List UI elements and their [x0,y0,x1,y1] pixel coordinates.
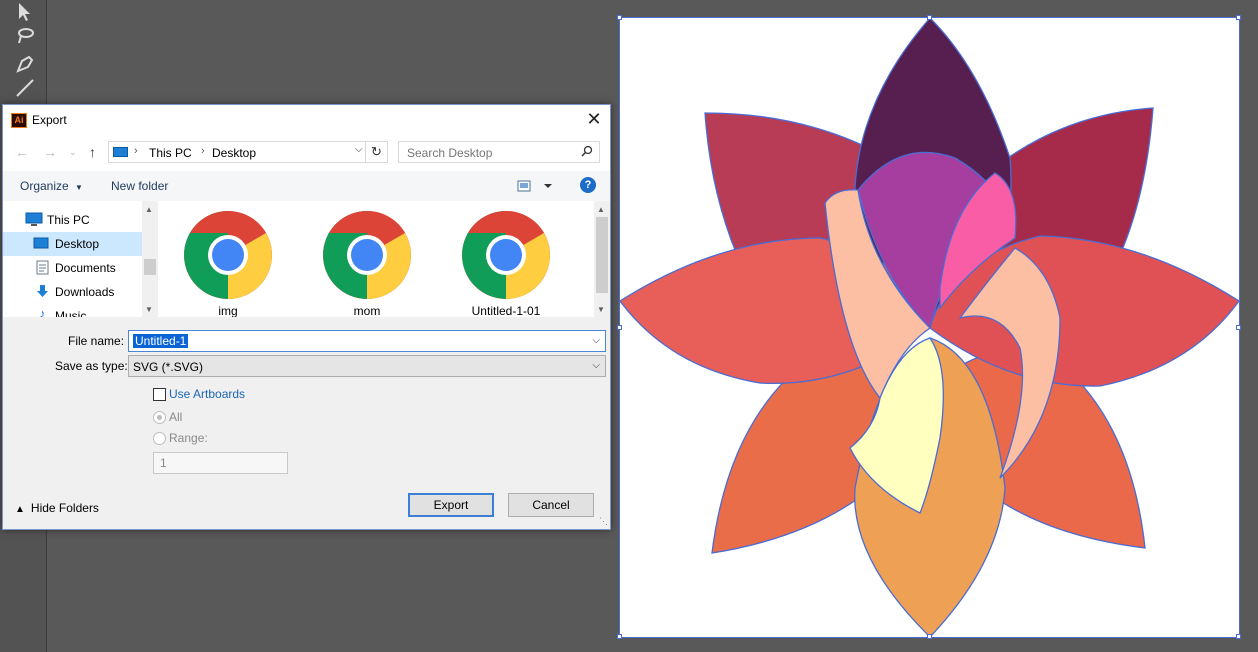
close-button[interactable]: ✕ [578,105,610,135]
forward-arrow-icon[interactable]: → [43,144,57,160]
use-artboards-label[interactable]: Use Artboards [169,387,245,401]
file-list: img mom Untitled-1-01 [158,201,594,317]
file-item[interactable]: img [168,209,288,317]
chevron-down-icon[interactable]: ⌵ [592,360,600,371]
selection-handle[interactable] [927,15,932,20]
new-folder-button[interactable]: New folder [111,179,168,193]
chrome-icon [184,211,272,299]
chevron-down-icon[interactable]: ⌵ [355,144,363,155]
breadcrumb-separator-icon: › [201,145,205,157]
music-icon: ♪ [39,306,46,317]
dialog-bottom-panel: File name: Untitled-1 ⌵ Save as type: SV… [3,317,610,529]
export-dialog: Ai Export ✕ ← → ⌄ ↑ › This PC › Desktop … [2,104,611,530]
file-item[interactable]: Untitled-1-01 [446,209,566,317]
refresh-icon[interactable]: ↻ [365,141,387,163]
scrollbar-thumb[interactable] [596,217,608,293]
export-button[interactable]: Export [408,493,494,517]
breadcrumb-desktop[interactable]: Desktop [212,146,256,160]
scroll-up-icon[interactable]: ▲ [597,205,605,214]
pc-icon [25,212,43,226]
help-button[interactable]: ? [580,177,596,193]
nav-item-label: Desktop [55,237,100,251]
file-name: img [218,304,238,317]
file-name: Untitled-1-01 [471,304,541,317]
artboard[interactable] [617,15,1241,639]
pen-tool-icon[interactable] [14,53,36,75]
cancel-button[interactable]: Cancel [508,493,594,517]
lasso-tool-icon[interactable] [14,25,36,47]
nav-item-label: Downloads [55,285,115,299]
selection-handle[interactable] [927,634,932,639]
address-bar[interactable]: › This PC › Desktop ⌵ [108,141,388,163]
nav-item-documents[interactable]: Documents [3,256,143,280]
nav-item-label: Music [55,309,87,317]
save-as-type-value: SVG (*.SVG) [133,360,204,374]
nav-item-music[interactable]: ♪ Music [3,304,143,317]
search-icon[interactable] [581,145,593,157]
file-name-label: File name: [68,334,125,348]
dialog-title: Export [32,113,67,127]
selection-handle[interactable] [617,325,622,330]
scroll-down-icon[interactable]: ▼ [145,305,153,314]
nav-item-this-pc[interactable]: This PC [3,208,143,232]
resize-grip-icon[interactable]: ⋱ [599,516,608,527]
save-as-type-select[interactable]: SVG (*.SVG) ⌵ [128,355,606,377]
range-input[interactable]: 1 [153,452,288,474]
file-list-scrollbar[interactable]: ▲ ▼ [594,201,610,317]
organize-button[interactable]: Organize ▼ [20,179,83,193]
selection-handle[interactable] [617,15,622,20]
breadcrumb-separator-icon: › [134,145,138,157]
command-bar: Organize ▼ New folder ? [3,171,610,201]
radio-range[interactable] [153,432,166,445]
line-tool-icon[interactable] [14,77,36,99]
chevron-up-icon: ▲ [15,504,25,515]
chrome-icon [462,211,550,299]
radio-all-label: All [169,410,183,424]
change-view-button[interactable] [517,179,557,196]
illustrator-app-icon: Ai [11,113,27,128]
use-artboards-checkbox[interactable] [153,388,166,401]
nav-item-desktop[interactable]: Desktop [3,232,143,256]
nav-pane-scrollbar[interactable]: ▲ ▼ [142,201,158,317]
file-name: mom [353,304,381,317]
scroll-down-icon[interactable]: ▼ [597,305,605,314]
nav-item-label: This PC [47,213,90,227]
radio-range-label: Range: [169,431,208,445]
selection-handle[interactable] [1236,325,1241,330]
desktop-icon [33,237,49,249]
scroll-up-icon[interactable]: ▲ [145,205,153,214]
back-arrow-icon[interactable]: ← [15,144,29,160]
radio-all[interactable] [153,411,166,424]
hide-folders-button[interactable]: ▲ Hide Folders [15,501,99,515]
search-box[interactable] [398,141,600,164]
save-as-type-label: Save as type: [55,359,128,373]
chevron-down-icon: ▼ [75,183,83,192]
nav-item-downloads[interactable]: Downloads [3,280,143,304]
chevron-down-icon[interactable]: ⌵ [592,335,600,346]
pc-icon [113,147,128,157]
selection-tool-icon[interactable] [14,1,36,23]
documents-icon [36,260,49,275]
lotus-flower-artwork[interactable] [620,18,1239,637]
file-name-value[interactable]: Untitled-1 [133,334,189,348]
hide-folders-label: Hide Folders [30,501,99,515]
file-name-field[interactable]: Untitled-1 ⌵ [128,330,606,352]
recent-locations-chevron-icon[interactable]: ⌄ [69,147,77,158]
view-options-icon [517,180,552,192]
selection-handle[interactable] [1236,15,1241,20]
nav-item-label: Documents [55,261,116,275]
selection-handle[interactable] [1236,634,1241,639]
search-input[interactable] [399,142,584,164]
up-arrow-icon[interactable]: ↑ [89,144,96,160]
scrollbar-thumb[interactable] [144,259,156,275]
downloads-icon [37,285,48,297]
breadcrumb-this-pc[interactable]: This PC [149,146,192,160]
file-item[interactable]: mom [307,209,427,317]
selection-handle[interactable] [617,634,622,639]
dialog-titlebar[interactable]: Ai Export ✕ [3,105,610,135]
chrome-icon [323,211,411,299]
navigation-pane: This PC Desktop Documents Downloads ♪ Mu… [3,201,158,317]
organize-label: Organize [20,179,69,193]
